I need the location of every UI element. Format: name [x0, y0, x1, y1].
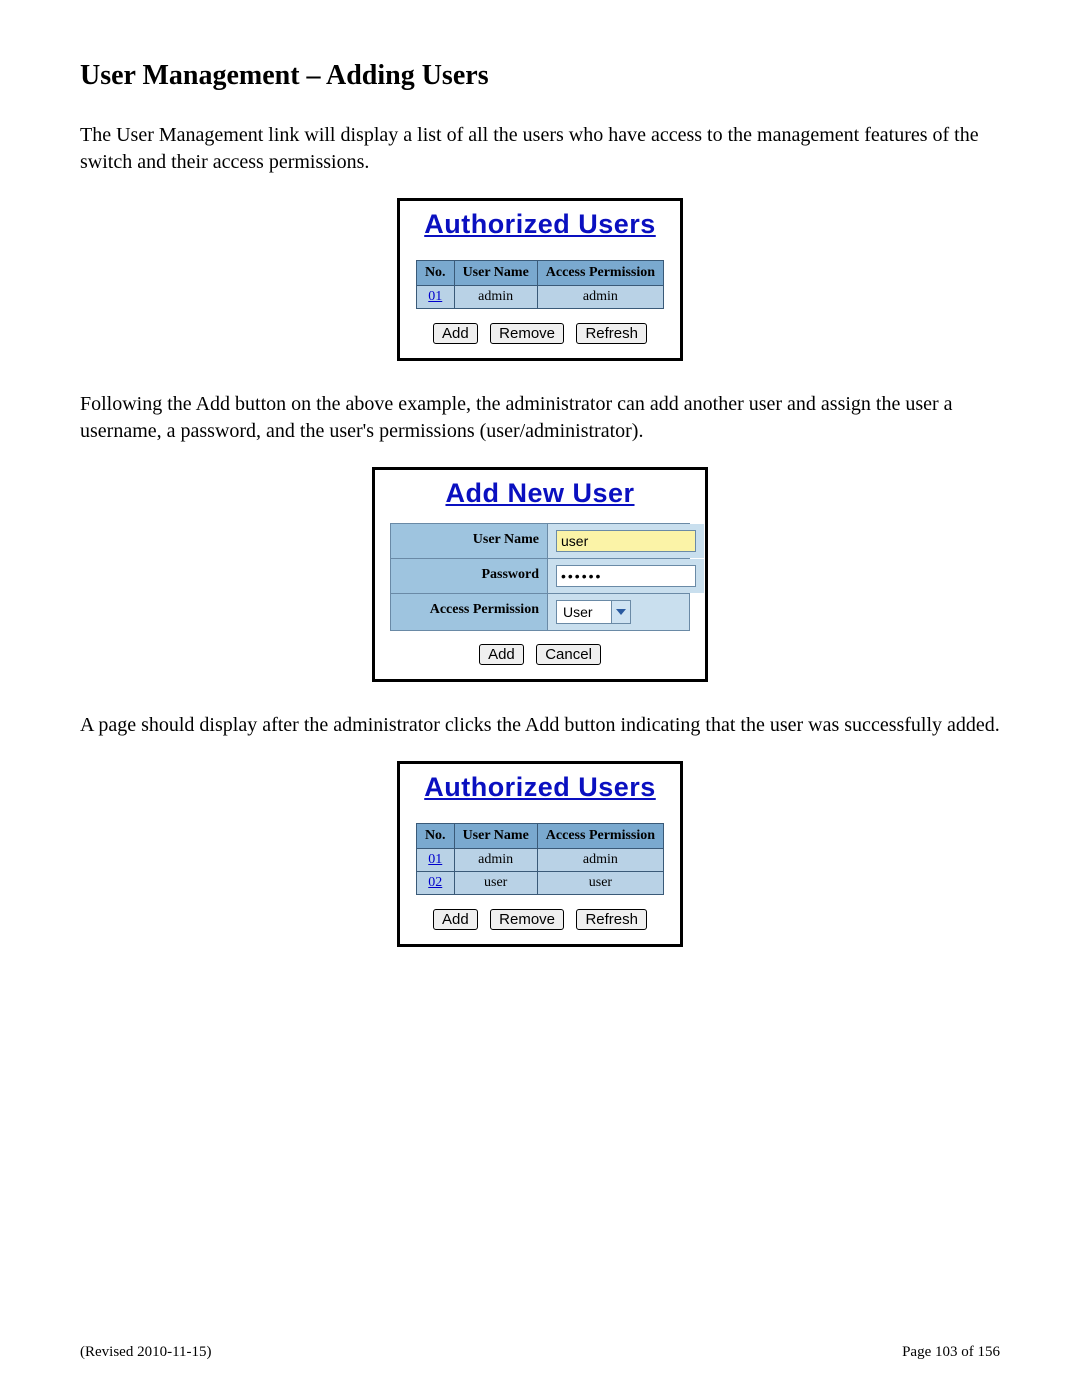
paragraph-2: Following the Add button on the above ex…: [80, 391, 1000, 445]
chevron-down-icon: [611, 601, 630, 623]
add-button[interactable]: Add: [433, 323, 478, 344]
panel1-title: Authorized Users: [400, 201, 680, 244]
authorized-users-panel-1: Authorized Users No. User Name Access Pe…: [397, 198, 683, 361]
panel2-title: Add New User: [375, 470, 705, 513]
user-row-link[interactable]: 01: [428, 852, 442, 867]
user-row-link[interactable]: 02: [428, 875, 442, 890]
user-table-2: No. User Name Access Permission 01 admin…: [416, 823, 664, 895]
remove-button[interactable]: Remove: [490, 909, 564, 930]
remove-button[interactable]: Remove: [490, 323, 564, 344]
add-new-user-panel: Add New User User Name Password Access P…: [372, 467, 708, 682]
col-name: User Name: [454, 824, 537, 849]
col-no: No.: [416, 261, 454, 286]
col-no: No.: [416, 824, 454, 849]
user-row-perm: admin: [537, 286, 663, 309]
table-row: 01 admin admin: [416, 286, 663, 309]
table-row: 02 user user: [416, 872, 663, 895]
user-row-name: user: [454, 872, 537, 895]
label-username: User Name: [391, 524, 548, 558]
user-row-perm: user: [537, 872, 663, 895]
paragraph-3: A page should display after the administ…: [80, 712, 1000, 739]
col-name: User Name: [454, 261, 537, 286]
paragraph-1: The User Management link will display a …: [80, 122, 1000, 176]
permission-select[interactable]: User: [556, 600, 631, 624]
col-perm: Access Permission: [537, 824, 663, 849]
cancel-button[interactable]: Cancel: [536, 644, 601, 665]
add-button[interactable]: Add: [479, 644, 524, 665]
user-row-link[interactable]: 01: [428, 289, 442, 304]
username-input[interactable]: [556, 530, 696, 552]
permission-select-value: User: [557, 604, 611, 620]
footer-page: Page 103 of 156: [902, 1344, 1000, 1361]
user-row-perm: admin: [537, 849, 663, 872]
table-row: 01 admin admin: [416, 849, 663, 872]
refresh-button[interactable]: Refresh: [576, 909, 647, 930]
add-button[interactable]: Add: [433, 909, 478, 930]
col-perm: Access Permission: [537, 261, 663, 286]
user-row-name: admin: [454, 286, 537, 309]
password-input[interactable]: [556, 565, 696, 587]
page-heading: User Management – Adding Users: [80, 60, 1000, 92]
authorized-users-panel-2: Authorized Users No. User Name Access Pe…: [397, 761, 683, 947]
label-password: Password: [391, 559, 548, 593]
user-row-name: admin: [454, 849, 537, 872]
footer-revised: (Revised 2010-11-15): [80, 1344, 212, 1361]
user-table-1: No. User Name Access Permission 01 admin…: [416, 260, 664, 309]
panel3-title: Authorized Users: [400, 764, 680, 807]
refresh-button[interactable]: Refresh: [576, 323, 647, 344]
label-permission: Access Permission: [391, 594, 548, 630]
